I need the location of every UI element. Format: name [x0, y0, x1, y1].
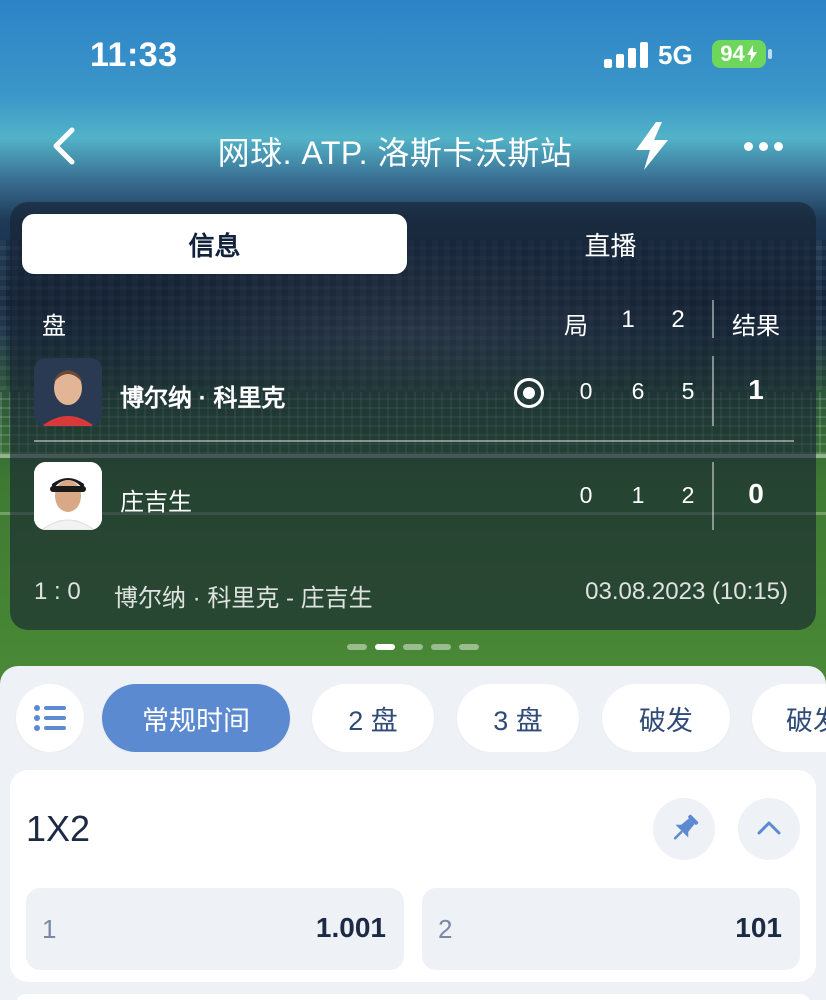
- set1-score: 1: [631, 482, 645, 508]
- top-nav: 网球. ATP. 洛斯卡沃斯站: [0, 110, 826, 186]
- player-avatar: [34, 462, 102, 530]
- odds-button-2[interactable]: 2 101: [422, 888, 800, 970]
- tab-info[interactable]: 信息: [22, 214, 407, 274]
- score-header: 盘 局 1 2 结果: [10, 300, 816, 342]
- games-score: 0: [579, 482, 593, 508]
- odds-value: 1.001: [315, 912, 386, 943]
- match-summary: 1 : 0 博尔纳 · 科里克 - 庄吉生 03.08.2023 (10:15): [10, 578, 816, 612]
- page-dot: [347, 644, 367, 650]
- collapse-button[interactable]: [738, 798, 800, 860]
- filter-chips: 常规时间 2 盘 3 盘 破发 破发: [0, 684, 826, 752]
- page-indicator: [0, 644, 826, 654]
- match-score: 1 : 0: [34, 578, 81, 605]
- pin-button[interactable]: [653, 798, 715, 860]
- chip-break-2[interactable]: 破发: [752, 684, 826, 752]
- player-avatar: [34, 358, 102, 426]
- odds-button-1[interactable]: 1 1.001: [26, 888, 404, 970]
- match-players: 博尔纳 · 科里克 - 庄吉生: [114, 585, 373, 612]
- tab-live[interactable]: 直播: [417, 214, 804, 274]
- chip-regular-time[interactable]: 常规时间: [102, 684, 290, 752]
- player-row: 博尔纳 · 科里克 0 6 5 1: [10, 356, 816, 428]
- info-live-segmented-control: 信息 直播: [22, 214, 804, 276]
- markets-panel: 常规时间 2 盘 3 盘 破发 破发 1X2 1 1.001: [0, 666, 826, 1000]
- next-market-card: [16, 994, 810, 1000]
- match-date: 03.08.2023 (10:15): [585, 578, 788, 605]
- battery-level: 94: [720, 41, 745, 66]
- odds-label: 1: [42, 914, 57, 944]
- set2-score: 2: [681, 482, 695, 508]
- match-result: 0: [748, 478, 764, 509]
- odds-value: 101: [735, 912, 782, 943]
- result-label: 结果: [732, 313, 780, 340]
- odds-label: 2: [438, 914, 453, 944]
- set1-label: 1: [621, 306, 635, 333]
- list-icon: [34, 705, 66, 731]
- more-dots-icon: [744, 141, 753, 151]
- player-row: 庄吉生 0 1 2 0: [10, 462, 816, 532]
- network-type: 5G: [658, 40, 693, 70]
- games-score: 0: [579, 378, 593, 404]
- chip-break[interactable]: 破发: [602, 684, 730, 752]
- set2-score: 5: [681, 378, 695, 404]
- page-dot: [459, 644, 479, 650]
- score-card: 信息 直播 盘 局 1 2 结果 博尔纳 · 科里克 0 6 5 1 庄吉生 0…: [10, 202, 816, 630]
- page-dot-active: [375, 644, 395, 650]
- lightning-button[interactable]: [630, 120, 674, 172]
- status-bar: 11:33 5G 94: [0, 0, 826, 100]
- player-name: 庄吉生: [120, 489, 192, 516]
- pin-icon: [673, 814, 699, 840]
- chevron-up-icon: [757, 821, 781, 835]
- set1-score: 6: [631, 378, 645, 404]
- lightning-icon: [636, 122, 668, 170]
- games-label: 局: [564, 313, 588, 340]
- serve-indicator-icon: [514, 378, 544, 408]
- more-button[interactable]: [744, 128, 792, 164]
- battery-icon: 94: [712, 40, 766, 68]
- market-title: 1X2: [26, 808, 91, 849]
- chip-set-3[interactable]: 3 盘: [457, 684, 579, 752]
- player-photo-icon: [34, 462, 102, 530]
- chip-set-2[interactable]: 2 盘: [312, 684, 434, 752]
- set-label: 盘: [42, 313, 66, 340]
- signal-icon: [604, 42, 648, 68]
- page-dot: [431, 644, 451, 650]
- set2-label: 2: [671, 306, 685, 333]
- clock: 11:33: [90, 36, 178, 74]
- player-photo-icon: [34, 358, 102, 426]
- page-dot: [403, 644, 423, 650]
- charging-bolt-icon: [746, 45, 757, 63]
- player-name: 博尔纳 · 科里克: [120, 385, 286, 412]
- list-view-button[interactable]: [16, 684, 84, 752]
- match-result: 1: [748, 374, 764, 405]
- market-card-1x2: 1X2 1 1.001 2 101: [10, 770, 816, 982]
